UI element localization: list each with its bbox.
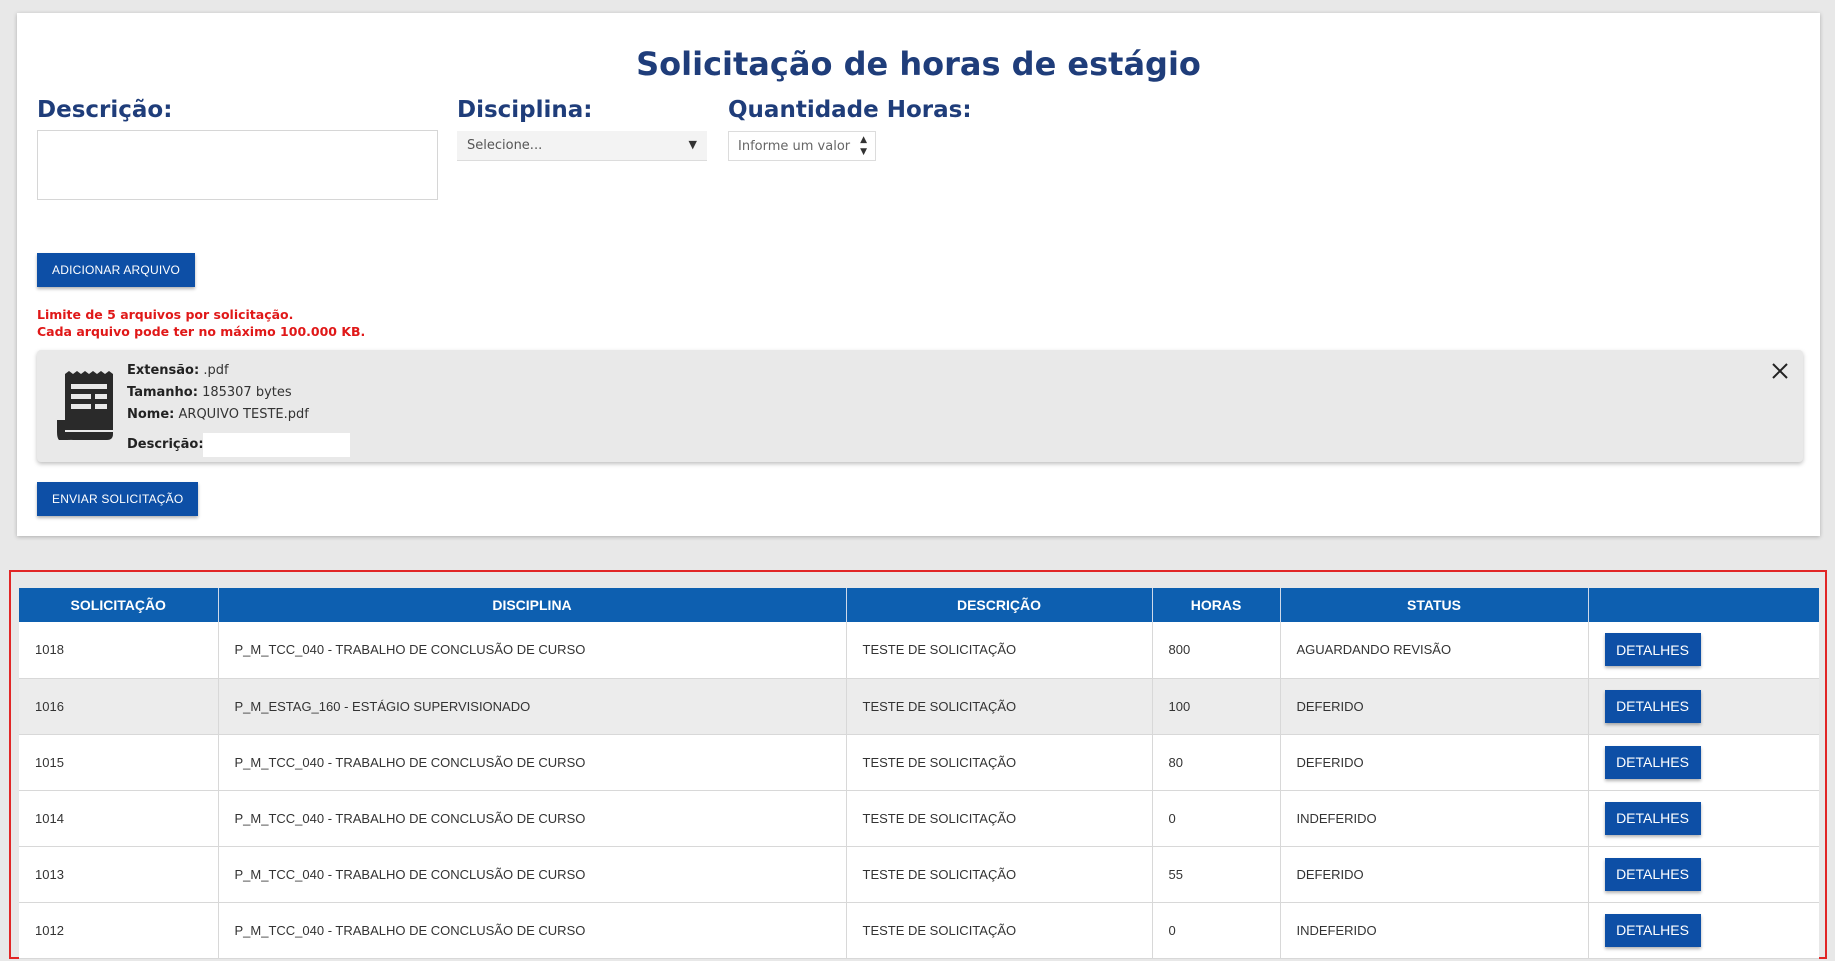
description-input[interactable]	[37, 130, 438, 200]
cell-hours: 80	[1151, 734, 1280, 791]
details-button[interactable]: DETALHES	[1604, 913, 1701, 947]
file-name-value: ARQUIVO TESTE.pdf	[178, 407, 309, 422]
discipline-select-value: Selecione...	[467, 138, 543, 153]
details-button[interactable]: DETALHES	[1604, 857, 1701, 891]
cell-description: TESTE DE SOLICITAÇÃO	[845, 790, 1152, 847]
cell-status: INDEFERIDO	[1279, 902, 1588, 959]
cell-discipline: P_M_TCC_040 - TRABALHO DE CONCLUSÃO DE C…	[217, 734, 846, 791]
cell-status: AGUARDANDO REVISÃO	[1279, 622, 1588, 679]
request-form-card: Solicitação de horas de estágio Descriçã…	[17, 13, 1820, 536]
file-limit-count-text: Limite de 5 arquivos por solicitação.	[37, 307, 294, 322]
cell-actions: DETALHES	[1587, 902, 1819, 959]
file-description-row: Descrição:	[127, 437, 204, 452]
cell-actions: DETALHES	[1587, 846, 1819, 903]
cell-hours: 55	[1151, 846, 1280, 903]
cell-request-id: 1012	[19, 902, 218, 959]
file-extension-row: Extensão: .pdf	[127, 363, 229, 378]
cell-request-id: 1016	[19, 678, 218, 735]
cell-hours: 0	[1151, 790, 1280, 847]
cell-actions: DETALHES	[1587, 734, 1819, 791]
details-button[interactable]: DETALHES	[1604, 689, 1701, 723]
number-stepper-icon[interactable]: ▲ ▼	[860, 134, 867, 158]
cell-discipline: P_M_TCC_040 - TRABALHO DE CONCLUSÃO DE C…	[217, 902, 846, 959]
attached-file-card: Extensão: .pdf Tamanho: 185307 bytes Nom…	[37, 350, 1803, 462]
cell-status: DEFERIDO	[1279, 846, 1588, 903]
cell-description: TESTE DE SOLICITAÇÃO	[845, 678, 1152, 735]
cell-request-id: 1015	[19, 734, 218, 791]
header-status: STATUS	[1279, 588, 1588, 622]
description-label: Descrição:	[37, 97, 173, 123]
page-title: Solicitação de horas de estágio	[636, 45, 1201, 83]
submit-request-button[interactable]: ENVIAR SOLICITAÇÃO	[37, 482, 199, 516]
file-name-label: Nome:	[127, 407, 175, 422]
requests-table: SOLICITAÇÃO DISCIPLINA DESCRIÇÃO HORAS S…	[19, 588, 1819, 959]
cell-request-id: 1014	[19, 790, 218, 847]
details-button[interactable]: DETALHES	[1604, 633, 1701, 667]
cell-actions: DETALHES	[1587, 790, 1819, 847]
cell-hours: 800	[1151, 622, 1280, 679]
header-description: DESCRIÇÃO	[845, 588, 1152, 622]
close-icon[interactable]	[1769, 360, 1791, 382]
header-discipline: DISCIPLINA	[217, 588, 846, 622]
add-file-button[interactable]: ADICIONAR ARQUIVO	[37, 253, 196, 287]
file-name-row: Nome: ARQUIVO TESTE.pdf	[127, 407, 309, 422]
file-size-row: Tamanho: 185307 bytes	[127, 385, 292, 400]
discipline-label: Disciplina:	[457, 97, 593, 123]
cell-description: TESTE DE SOLICITAÇÃO	[845, 622, 1152, 679]
file-description-label: Descrição:	[127, 437, 204, 452]
table-row: 1013 P_M_TCC_040 - TRABALHO DE CONCLUSÃO…	[19, 846, 1819, 903]
cell-status: DEFERIDO	[1279, 678, 1588, 735]
table-row: 1014 P_M_TCC_040 - TRABALHO DE CONCLUSÃO…	[19, 790, 1819, 847]
cell-hours: 100	[1151, 678, 1280, 735]
cell-description: TESTE DE SOLICITAÇÃO	[845, 734, 1152, 791]
file-size-value: 185307 bytes	[202, 385, 292, 400]
cell-discipline: P_M_ESTAG_160 - ESTÁGIO SUPERVISIONADO	[217, 678, 846, 735]
hours-input[interactable]: Informe um valor ▲ ▼	[728, 131, 876, 161]
cell-description: TESTE DE SOLICITAÇÃO	[845, 846, 1152, 903]
header-request: SOLICITAÇÃO	[19, 588, 218, 622]
header-hours: HORAS	[1151, 588, 1280, 622]
cell-discipline: P_M_TCC_040 - TRABALHO DE CONCLUSÃO DE C…	[217, 846, 846, 903]
table-row: 1015 P_M_TCC_040 - TRABALHO DE CONCLUSÃO…	[19, 734, 1819, 791]
file-extension-value: .pdf	[203, 363, 229, 378]
details-button[interactable]: DETALHES	[1604, 745, 1701, 779]
discipline-select[interactable]: Selecione... ▼	[457, 131, 707, 161]
details-button[interactable]: DETALHES	[1604, 801, 1701, 835]
hours-placeholder: Informe um valor	[738, 139, 851, 154]
cell-status: DEFERIDO	[1279, 734, 1588, 791]
file-extension-label: Extensão:	[127, 363, 200, 378]
file-description-input[interactable]	[203, 433, 350, 457]
table-row: 1016 P_M_ESTAG_160 - ESTÁGIO SUPERVISION…	[19, 678, 1819, 735]
cell-actions: DETALHES	[1587, 622, 1819, 679]
cell-request-id: 1018	[19, 622, 218, 679]
cell-request-id: 1013	[19, 846, 218, 903]
header-actions	[1587, 588, 1819, 622]
cell-status: INDEFERIDO	[1279, 790, 1588, 847]
file-size-label: Tamanho:	[127, 385, 198, 400]
table-header-row: SOLICITAÇÃO DISCIPLINA DESCRIÇÃO HORAS S…	[19, 588, 1819, 622]
file-limit-size-text: Cada arquivo pode ter no máximo 100.000 …	[37, 324, 366, 339]
cell-hours: 0	[1151, 902, 1280, 959]
cell-actions: DETALHES	[1587, 678, 1819, 735]
document-icon	[57, 371, 113, 440]
cell-description: TESTE DE SOLICITAÇÃO	[845, 902, 1152, 959]
cell-discipline: P_M_TCC_040 - TRABALHO DE CONCLUSÃO DE C…	[217, 622, 846, 679]
hours-label: Quantidade Horas:	[728, 97, 972, 123]
requests-table-highlight: SOLICITAÇÃO DISCIPLINA DESCRIÇÃO HORAS S…	[9, 570, 1827, 959]
chevron-down-icon: ▼	[688, 138, 697, 151]
cell-discipline: P_M_TCC_040 - TRABALHO DE CONCLUSÃO DE C…	[217, 790, 846, 847]
table-row: 1018 P_M_TCC_040 - TRABALHO DE CONCLUSÃO…	[19, 622, 1819, 679]
table-row: 1012 P_M_TCC_040 - TRABALHO DE CONCLUSÃO…	[19, 902, 1819, 959]
